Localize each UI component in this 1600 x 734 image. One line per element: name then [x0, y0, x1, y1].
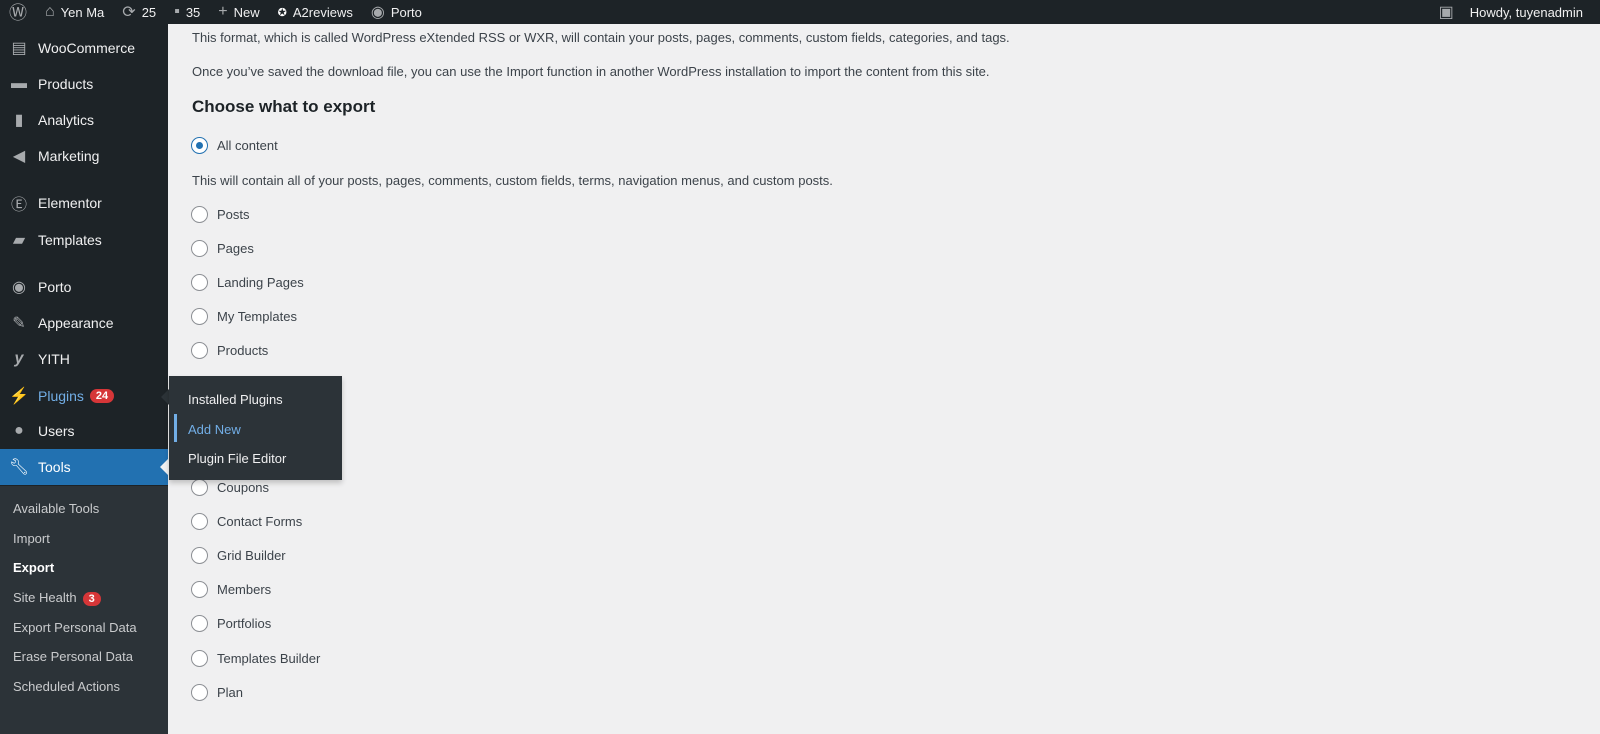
radio-button[interactable] — [191, 206, 208, 223]
menu-users[interactable]: ● Users — [0, 413, 168, 449]
radio-my-templates[interactable]: My Templates — [191, 308, 297, 325]
menu-products[interactable]: ▬ Products — [0, 66, 168, 102]
folder-icon: ▰ — [12, 232, 26, 249]
radio-portfolios[interactable]: Portfolios — [191, 615, 271, 632]
all-content-description: This will contain all of your posts, pag… — [192, 173, 833, 188]
menu-yith[interactable]: y YITH — [0, 341, 168, 377]
flyout-add-new[interactable]: Add New — [188, 422, 241, 437]
tools-submenu: Available Tools Import Export Site Healt… — [0, 486, 168, 734]
wordpress-icon: Ⓦ — [9, 3, 27, 23]
submenu-erase-personal-data[interactable]: Erase Personal Data — [13, 649, 133, 664]
site-name-link[interactable]: ⌂ Yen Ma — [36, 0, 113, 24]
radio-templates-builder[interactable]: Templates Builder — [191, 650, 320, 667]
import-description: Once you’ve saved the download file, you… — [192, 64, 990, 79]
refresh-icon: ⟳ — [122, 4, 136, 21]
radio-button[interactable] — [191, 615, 208, 632]
menu-woocommerce[interactable]: ▤ WooCommerce — [0, 30, 168, 66]
format-description: This format, which is called WordPress e… — [192, 30, 1010, 45]
porto-link[interactable]: ◉ Porto — [362, 0, 431, 24]
plus-icon: + — [218, 3, 228, 20]
submenu-import[interactable]: Import — [13, 531, 50, 546]
wordpress-logo-button[interactable]: Ⓦ — [0, 0, 36, 24]
radio-button[interactable] — [191, 240, 208, 257]
menu-porto[interactable]: ◉ Porto — [0, 269, 168, 305]
radio-button[interactable] — [191, 547, 208, 564]
home-icon: ⌂ — [45, 3, 55, 20]
admin-sidebar: ▤ WooCommerce ▬ Products ▮ Analytics ◀ Marke… — [0, 24, 168, 734]
radio-posts[interactable]: Posts — [191, 206, 250, 223]
section-heading: Choose what to export — [192, 97, 376, 116]
menu-templates[interactable]: ▰ Templates — [0, 222, 168, 258]
submenu-scheduled-actions[interactable]: Scheduled Actions — [13, 679, 120, 694]
radio-grid-builder[interactable]: Grid Builder — [191, 547, 286, 564]
star-icon: ✪ — [277, 6, 287, 19]
menu-elementor[interactable]: Ⓔ Elementor — [0, 185, 168, 221]
radio-plan[interactable]: Plan — [191, 684, 243, 701]
comment-icon: ▪ — [174, 3, 180, 20]
radio-button[interactable] — [191, 308, 208, 325]
plugin-icon: ⚡ — [9, 388, 29, 405]
my-account-link[interactable]: ▣ Howdy, tuyenadmin — [1430, 0, 1592, 24]
user-icon: ● — [14, 422, 24, 439]
menu-appearance[interactable]: ✎ Appearance — [0, 305, 168, 341]
radio-button[interactable] — [191, 650, 208, 667]
radio-all-content[interactable]: All content — [191, 137, 278, 154]
elementor-icon: Ⓔ — [10, 197, 27, 214]
comments-link[interactable]: ▪ 35 — [165, 0, 209, 24]
plugins-update-badge: 24 — [89, 389, 115, 403]
yith-icon: y — [14, 350, 24, 367]
radio-button[interactable] — [191, 684, 208, 701]
radio-button[interactable] — [191, 137, 208, 154]
archive-icon: ▬ — [11, 75, 27, 92]
avatar: ▣ — [1438, 4, 1454, 21]
menu-tools[interactable]: 🔧︎ Tools — [0, 449, 168, 485]
a2reviews-link[interactable]: ✪ A2reviews — [269, 0, 362, 24]
plugins-flyout-menu: Installed Plugins Add New Plugin File Ed… — [169, 376, 342, 480]
site-health-badge: 3 — [82, 592, 101, 606]
wrench-icon: 🔧︎ — [8, 459, 30, 476]
radio-products[interactable]: Products — [191, 342, 268, 359]
flyout-plugin-file-editor[interactable]: Plugin File Editor — [188, 451, 286, 466]
radio-pages[interactable]: Pages — [191, 240, 254, 257]
porto-icon: ◉ — [12, 279, 26, 296]
radio-contact-forms[interactable]: Contact Forms — [191, 513, 302, 530]
admin-bar: Ⓦ ⌂ Yen Ma ⟳ 25 ▪ 35 + New ✪ A2reviews ◉ Porto… — [0, 0, 1600, 24]
brush-icon: ✎ — [12, 315, 26, 332]
megaphone-icon: ◀ — [12, 148, 26, 165]
submenu-export-personal-data[interactable]: Export Personal Data — [13, 620, 137, 635]
radio-members[interactable]: Members — [191, 581, 271, 598]
hover-indicator — [174, 414, 177, 442]
radio-button[interactable] — [191, 581, 208, 598]
submenu-available-tools[interactable]: Available Tools — [13, 501, 99, 516]
woo-icon: ▤ — [11, 40, 27, 57]
radio-coupons[interactable]: Coupons — [191, 479, 269, 496]
flyout-arrow — [161, 389, 169, 405]
chart-icon: ▮ — [14, 112, 24, 129]
radio-button[interactable] — [191, 479, 208, 496]
menu-analytics[interactable]: ▮ Analytics — [0, 102, 168, 138]
submenu-site-health[interactable]: Site Health 3 — [13, 590, 101, 606]
submenu-export[interactable]: Export — [13, 560, 54, 575]
radio-landing-pages[interactable]: Landing Pages — [191, 274, 304, 291]
updates-link[interactable]: ⟳ 25 — [113, 0, 165, 24]
flyout-installed-plugins[interactable]: Installed Plugins — [188, 392, 283, 407]
radio-button[interactable] — [191, 513, 208, 530]
new-content-link[interactable]: + New — [209, 0, 268, 24]
current-arrow — [160, 459, 168, 475]
radio-button[interactable] — [191, 342, 208, 359]
menu-plugins[interactable]: ⚡ Plugins 24 — [0, 378, 168, 414]
menu-marketing[interactable]: ◀ Marketing — [0, 138, 168, 174]
radio-button[interactable] — [191, 274, 208, 291]
porto-icon: ◉ — [370, 4, 385, 21]
